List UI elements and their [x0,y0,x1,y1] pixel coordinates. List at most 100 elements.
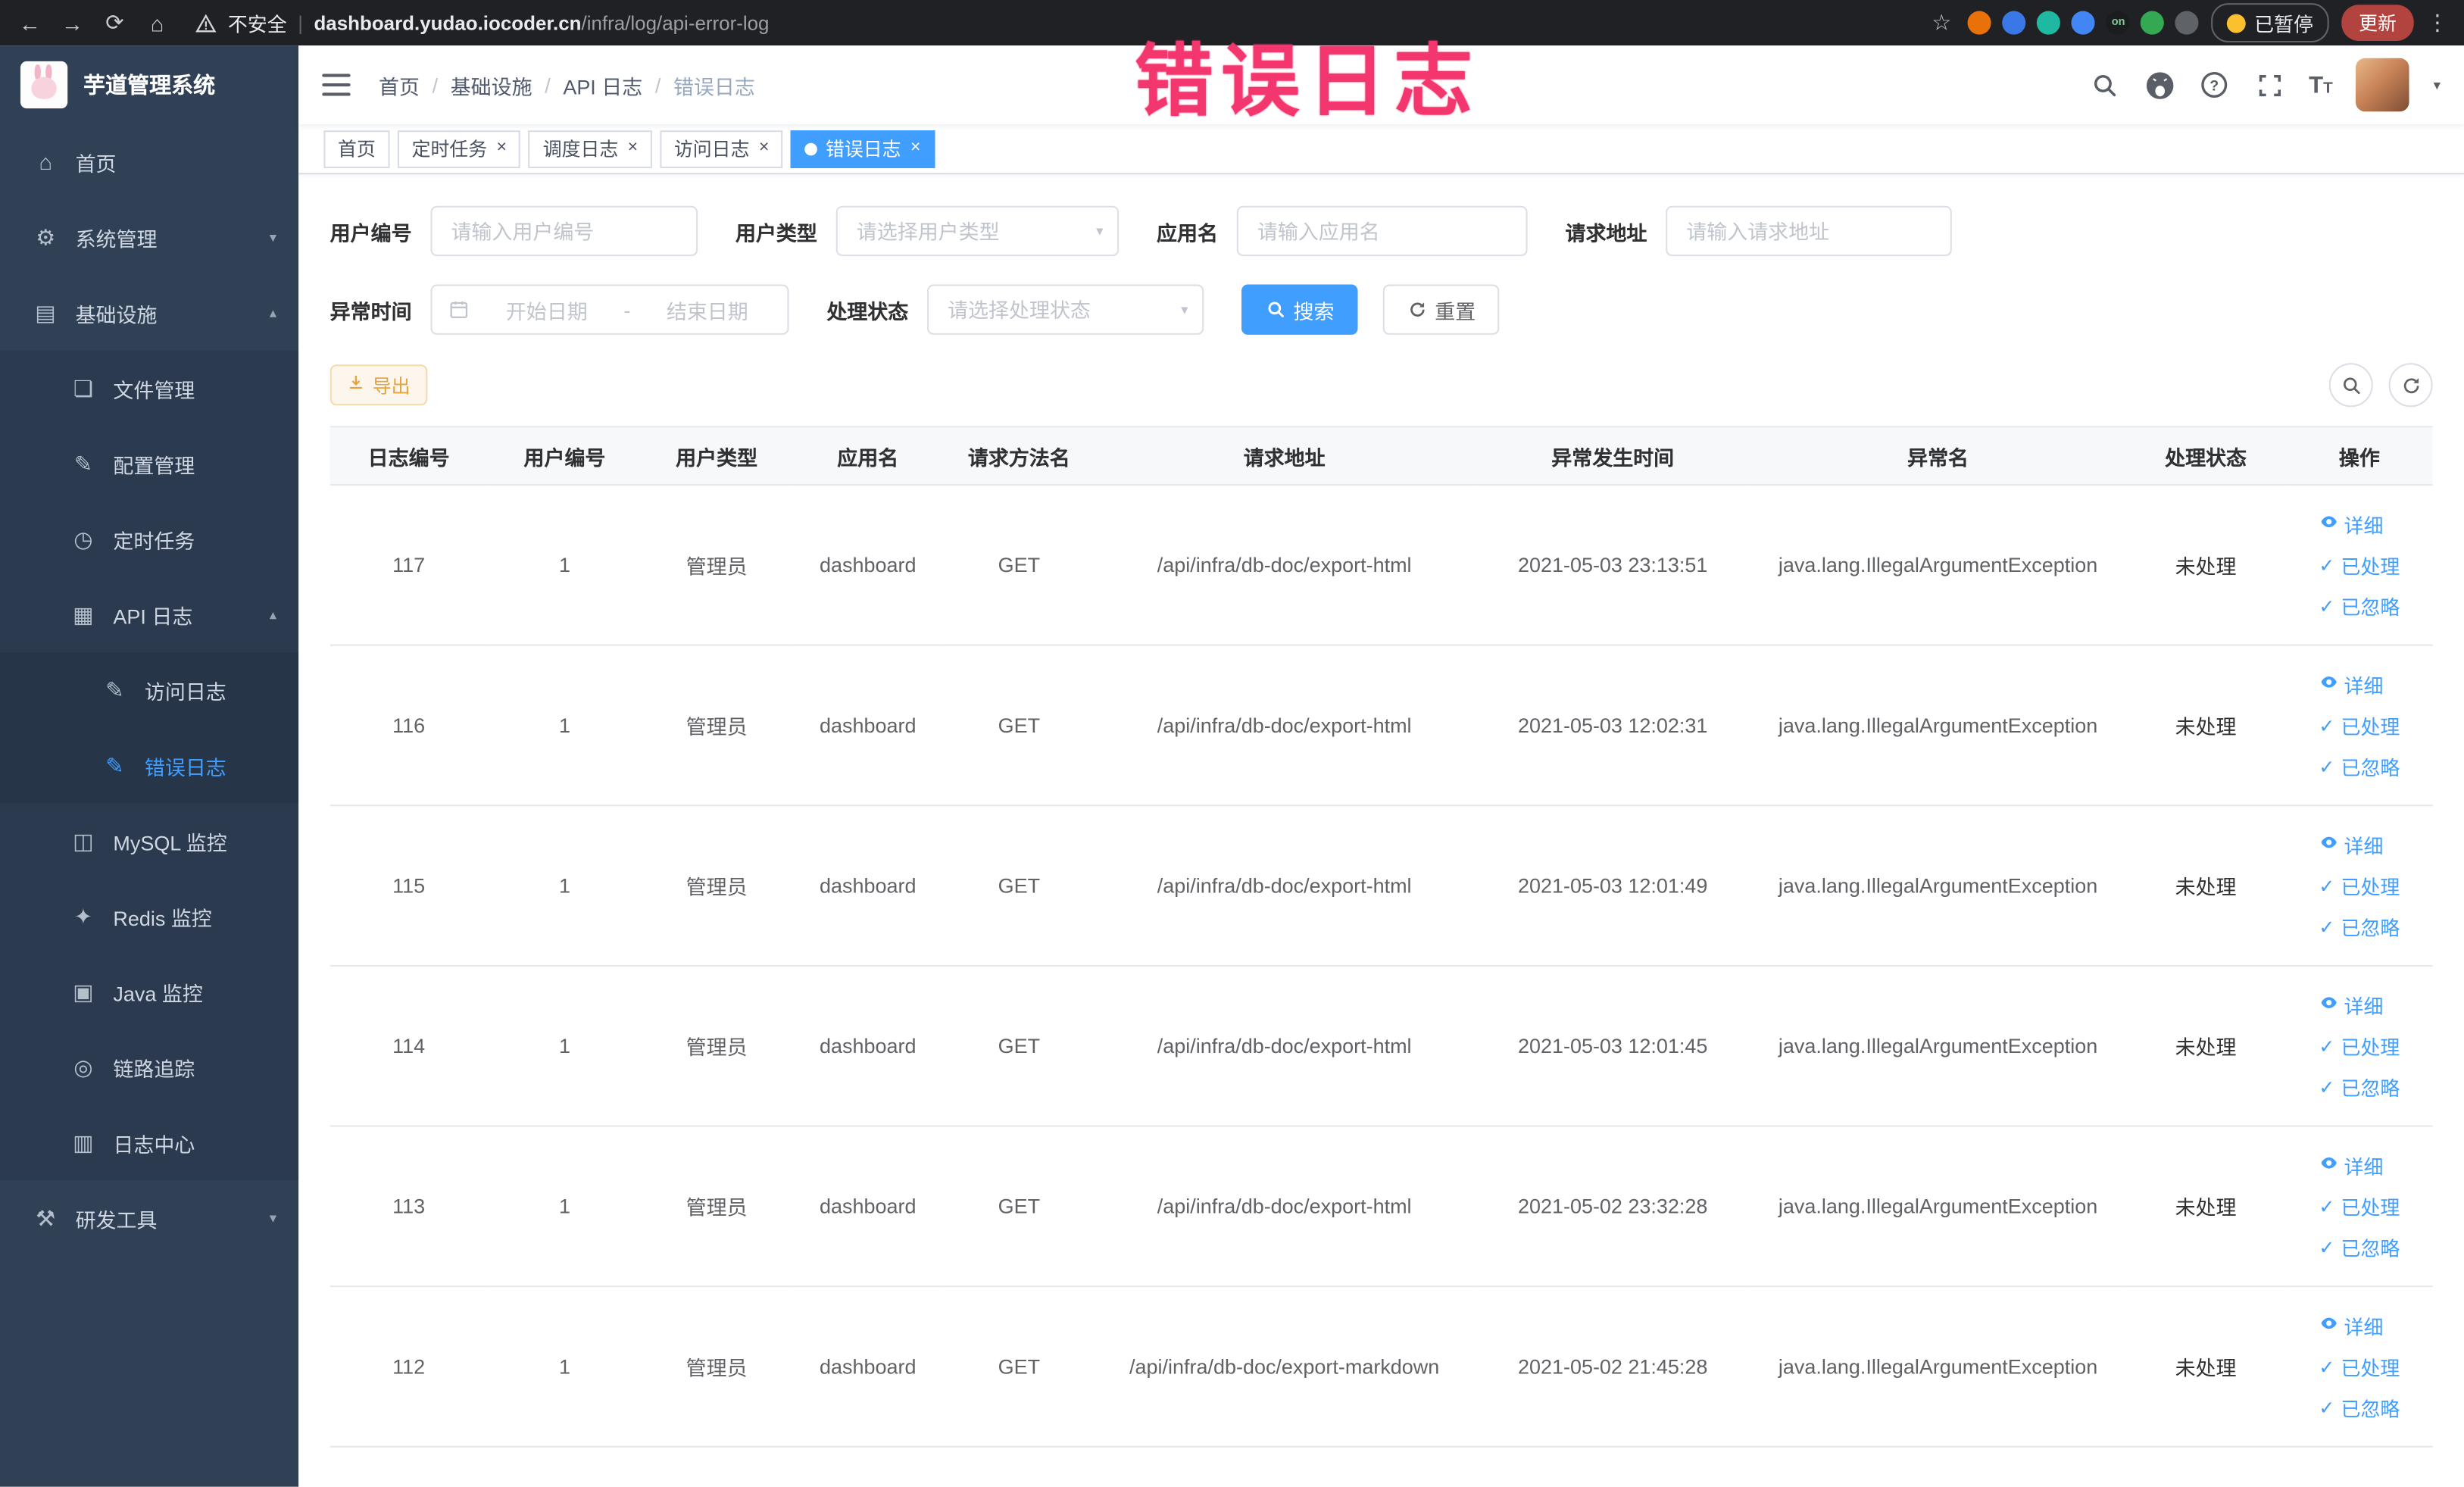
request-url-input[interactable] [1666,205,1952,257]
extension-icon[interactable]: on [2106,11,2131,35]
action-ignored-link[interactable]: ✓ 已忽略 [2319,906,2400,947]
action-ignored-link[interactable]: ✓ 已忽略 [2319,586,2400,626]
paused-badge[interactable]: 已暂停 [2212,3,2329,43]
hamburger-icon[interactable] [322,73,351,96]
browser-home-icon[interactable]: ⌂ [143,10,171,35]
extension-icon[interactable] [2037,11,2061,35]
action-label: 详细 [2344,1156,2384,1179]
export-button[interactable]: 导出 [329,364,428,406]
actions-stack: 详细 ✓ 已处理 ✓ 已忽略 [2319,1305,2400,1428]
action-detail-link[interactable]: 详细 [2319,824,2383,865]
sidebar-item-dev-tools[interactable]: ⚒ 研发工具 ▾ [0,1180,299,1256]
tab-scheduled-jobs[interactable]: 定时任务 × [397,130,521,167]
breadcrumb-item[interactable]: 基础设施 [451,70,532,99]
action-ignored-link[interactable]: ✓ 已忽略 [2319,1067,2400,1107]
breadcrumb-item[interactable]: API 日志 [563,70,642,99]
sidebar-item-label: 定时任务 [113,529,195,553]
address-bar[interactable]: 不安全 | dashboard.yudao.iocoder.cn/infra/l… [195,8,1913,37]
action-processed-link[interactable]: ✓ 已处理 [2319,865,2400,906]
search-button[interactable]: 搜索 [1241,284,1358,335]
action-processed-link[interactable]: ✓ 已处理 [2319,545,2400,586]
user-type-select-input[interactable] [835,205,1120,257]
sidebar-item-trace[interactable]: ◎ 链路追踪 [0,1029,299,1105]
action-processed-link[interactable]: ✓ 已处理 [2319,1346,2400,1387]
action-detail-link[interactable]: 详细 [2319,1145,2383,1186]
avatar[interactable] [2356,58,2410,112]
sidebar-item-api-log[interactable]: ▦ API 日志 ▴ [0,576,299,653]
github-icon[interactable] [2144,69,2175,100]
sidebar-item-file-management[interactable]: ❏ 文件管理 [0,350,299,426]
refresh-button[interactable] [2388,363,2433,408]
sidebar-item-label: 访问日志 [144,679,226,704]
app-name-input[interactable] [1236,205,1528,257]
action-processed-link[interactable]: ✓ 已处理 [2319,705,2400,746]
extension-icon[interactable] [1968,11,1992,35]
sidebar-item-system-management[interactable]: ⚙ 系统管理 ▾ [0,199,299,276]
tab-schedule-log[interactable]: 调度日志 × [529,130,652,167]
action-detail-link[interactable]: 详细 [2319,985,2383,1026]
sidebar-item-scheduled-jobs[interactable]: ◷ 定时任务 [0,501,299,577]
fullscreen-icon[interactable] [2254,69,2285,100]
tab-error-log[interactable]: 错误日志 × [791,130,935,167]
close-icon[interactable]: × [759,139,769,158]
sidebar-item-access-log[interactable]: ✎ 访问日志 [0,652,299,728]
reset-button[interactable]: 重置 [1382,284,1500,335]
sidebar-item-log-center[interactable]: ▥ 日志中心 [0,1104,299,1181]
tab-home[interactable]: 首页 [323,130,390,167]
sidebar-item-infrastructure[interactable]: ▤ 基础设施 ▴ [0,275,299,351]
sidebar-item-java-monitor[interactable]: ▣ Java 监控 [0,954,299,1029]
update-button[interactable]: 更新 [2341,5,2414,41]
sidebar-item-error-log[interactable]: ✎ 错误日志 [0,727,299,804]
page-header: 首页 / 基础设施 / API 日志 / 错误日志 ? TT ▾ [298,45,2464,124]
action-label: 已处理 [2341,876,2400,899]
actions-cell: 详细 ✓ 已处理 ✓ 已忽略 [2286,805,2433,967]
sidebar-item-label: 首页 [75,152,117,176]
close-icon[interactable]: × [910,139,920,158]
action-ignored-link[interactable]: ✓ 已忽略 [2319,745,2400,786]
export-button-label: 导出 [372,374,411,397]
sidebar-item-config-management[interactable]: ✎ 配置管理 [0,426,299,501]
process-status-select[interactable]: ▾ [927,284,1204,335]
bookmark-star-icon[interactable]: ☆ [1928,9,1956,36]
extension-icon[interactable] [2003,11,2027,35]
extension-icon[interactable] [2072,11,2096,35]
action-detail-link[interactable]: 详细 [2319,664,2383,705]
help-icon[interactable]: ? [2199,69,2230,100]
close-icon[interactable]: × [628,139,638,158]
extension-icon[interactable] [2141,11,2165,35]
hide-search-button[interactable] [2328,363,2373,408]
sidebar-item-home[interactable]: ⌂ 首页 [0,123,299,200]
tags-view: 首页 定时任务 × 调度日志 × 访问日志 × 错误日志 × [298,123,2464,175]
url-text[interactable]: dashboard.yudao.iocoder.cn/infra/log/api… [314,12,769,34]
extension-icon[interactable] [2175,11,2200,35]
text-size-icon[interactable]: TT [2309,71,2333,98]
close-icon[interactable]: × [497,139,507,158]
eye-icon [2319,512,2338,536]
action-processed-link[interactable]: ✓ 已处理 [2319,1026,2400,1067]
process-status-select-input[interactable] [927,284,1204,335]
user-type-select[interactable]: ▾ [835,205,1120,257]
sidebar-item-redis-monitor[interactable]: ✦ Redis 监控 [0,878,299,954]
action-ignored-link[interactable]: ✓ 已忽略 [2319,1387,2400,1428]
tab-access-log[interactable]: 访问日志 × [660,130,783,167]
check-icon: ✓ [2319,874,2335,897]
url-cell: /api/infra/db-doc/export-html [1094,485,1476,646]
security-label[interactable]: 不安全 [228,8,287,37]
user-id-input[interactable] [430,205,698,257]
user-id-cell: 1 [487,645,642,807]
search-icon[interactable] [2089,69,2120,100]
chevron-down-icon[interactable]: ▾ [2434,77,2441,94]
forward-icon[interactable]: → [58,10,86,35]
action-processed-link[interactable]: ✓ 已处理 [2319,1186,2400,1226]
date-range-picker[interactable]: 开始日期 - 结束日期 [430,284,789,335]
back-icon[interactable]: ← [16,10,44,35]
action-detail-link[interactable]: 详细 [2319,1305,2383,1346]
reload-icon[interactable]: ⟳ [101,9,129,36]
paused-badge-label: 已暂停 [2254,14,2313,36]
breadcrumb-item[interactable]: 首页 [379,70,420,99]
action-ignored-link[interactable]: ✓ 已忽略 [2319,1226,2400,1267]
action-detail-link[interactable]: 详细 [2319,504,2383,545]
sidebar-item-mysql-monitor[interactable]: ◫ MySQL 监控 [0,803,299,879]
browser-menu-icon[interactable]: ⋮ [2426,9,2448,36]
doc-edit-icon: ✎ [105,751,124,777]
